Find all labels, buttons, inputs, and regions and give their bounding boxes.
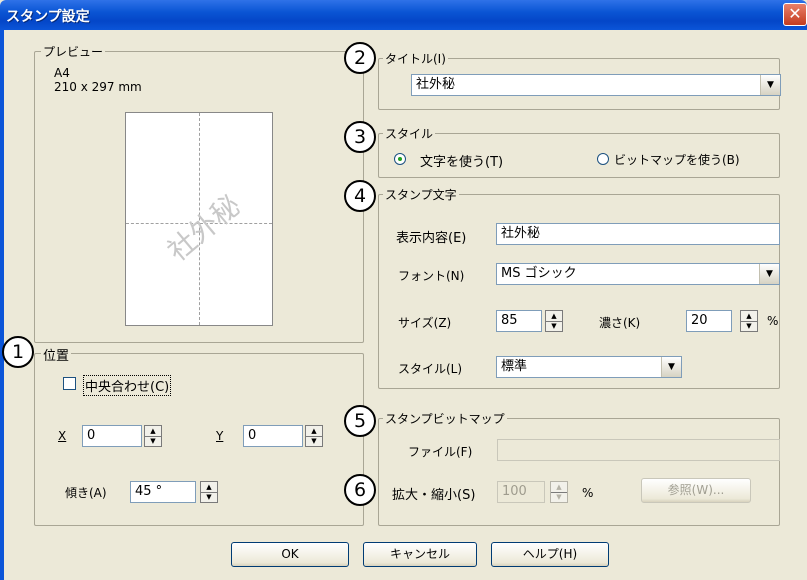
browse-button[interactable]: 参照(W)...	[641, 478, 751, 503]
tilt-label: 傾き(A)	[65, 486, 107, 500]
scale-spin-down-icon[interactable]: ▼	[551, 492, 567, 502]
callout-badge-3: 3	[344, 121, 376, 153]
size-spin-down-icon[interactable]: ▼	[546, 321, 562, 331]
y-label: Y	[216, 429, 224, 443]
ok-button[interactable]: OK	[231, 542, 349, 567]
text-style-select[interactable]: 標準 ▼	[496, 356, 682, 378]
use-text-label[interactable]: 文字を使う(T)	[420, 151, 503, 170]
preview-watermark: 社外秘	[161, 188, 247, 268]
x-spinner[interactable]: ▲ ▼	[144, 425, 162, 447]
display-content-input[interactable]: 社外秘	[496, 223, 780, 245]
scale-label: 拡大・縮小(S)	[392, 488, 476, 503]
font-label: フォント(N)	[398, 269, 465, 283]
callout-badge-4: 4	[344, 180, 376, 212]
preview-paper-size: A4	[54, 66, 70, 80]
density-percent: %	[767, 314, 779, 328]
scale-spinner[interactable]: ▲ ▼	[550, 481, 568, 503]
preview-group-label: プレビュー	[41, 43, 106, 60]
chevron-down-icon[interactable]: ▼	[759, 264, 779, 284]
size-label: サイズ(Z)	[398, 316, 452, 330]
density-spin-down-icon[interactable]: ▼	[741, 321, 757, 331]
density-spinner[interactable]: ▲ ▼	[740, 310, 758, 332]
stamp-bitmap-group-label: スタンプビットマップ	[383, 410, 507, 427]
font-select[interactable]: MS ゴシック ▼	[496, 263, 780, 285]
preview-paper: 社外秘	[125, 112, 273, 326]
density-label: 濃さ(K)	[599, 316, 641, 330]
stamp-text-group-label: スタンプ文字	[383, 186, 459, 203]
radio-selected-dot	[398, 157, 402, 161]
tilt-spinner[interactable]: ▲ ▼	[200, 481, 218, 503]
text-style-label: スタイル(L)	[398, 362, 463, 376]
tilt-input[interactable]: 45 °	[130, 481, 196, 503]
close-button[interactable]: ✕	[783, 3, 807, 26]
y-spin-down-icon[interactable]: ▼	[306, 436, 322, 446]
x-label: X	[58, 429, 67, 443]
y-spinner[interactable]: ▲ ▼	[305, 425, 323, 447]
use-bitmap-radio[interactable]	[597, 153, 609, 165]
font-select-value: MS ゴシック	[501, 266, 577, 281]
window-title: スタンプ設定	[6, 9, 90, 25]
callout-badge-2: 2	[344, 42, 376, 74]
y-input[interactable]: 0	[243, 425, 303, 447]
callout-badge-5: 5	[344, 405, 376, 437]
preview-dimensions: 210 x 297 mm	[54, 80, 142, 94]
style-group-label: スタイル	[383, 125, 436, 142]
title-group-label: タイトル(I)	[383, 50, 448, 67]
size-input[interactable]: 85	[496, 310, 542, 332]
x-spin-down-icon[interactable]: ▼	[145, 436, 161, 446]
position-group-label: 位置	[41, 345, 72, 364]
use-bitmap-label[interactable]: ビットマップを使う(B)	[614, 151, 740, 168]
file-label: ファイル(F)	[408, 445, 473, 459]
help-button[interactable]: ヘルプ(H)	[491, 542, 609, 567]
cancel-button[interactable]: キャンセル	[363, 542, 477, 567]
size-spinner[interactable]: ▲ ▼	[545, 310, 563, 332]
x-input[interactable]: 0	[82, 425, 142, 447]
chevron-down-icon[interactable]: ▼	[661, 357, 681, 377]
chevron-down-icon[interactable]: ▼	[760, 75, 780, 95]
callout-badge-6: 6	[344, 474, 376, 506]
tilt-spin-down-icon[interactable]: ▼	[201, 492, 217, 502]
stamp-bitmap-group: スタンプビットマップ	[378, 410, 780, 526]
title-select-value: 社外秘	[416, 77, 456, 92]
scale-percent: %	[582, 486, 594, 500]
use-text-radio[interactable]	[394, 153, 406, 165]
display-content-label: 表示内容(E)	[396, 231, 467, 246]
callout-badge-1: 1	[2, 336, 34, 368]
density-input[interactable]: 20	[686, 310, 732, 332]
title-select[interactable]: 社外秘 ▼	[411, 74, 781, 96]
file-input[interactable]	[497, 439, 780, 461]
stamp-settings-dialog: スタンプ設定 ✕ プレビュー A4 210 x 297 mm 社外秘 位置 中央…	[0, 0, 807, 580]
center-align-label[interactable]: 中央合わせ(C)	[83, 375, 172, 396]
text-style-select-value: 標準	[501, 359, 528, 374]
scale-input[interactable]: 100	[497, 481, 545, 503]
center-align-checkbox[interactable]	[63, 377, 76, 390]
window-frame-left	[0, 30, 4, 580]
title-bar[interactable]: スタンプ設定 ✕	[0, 0, 807, 30]
